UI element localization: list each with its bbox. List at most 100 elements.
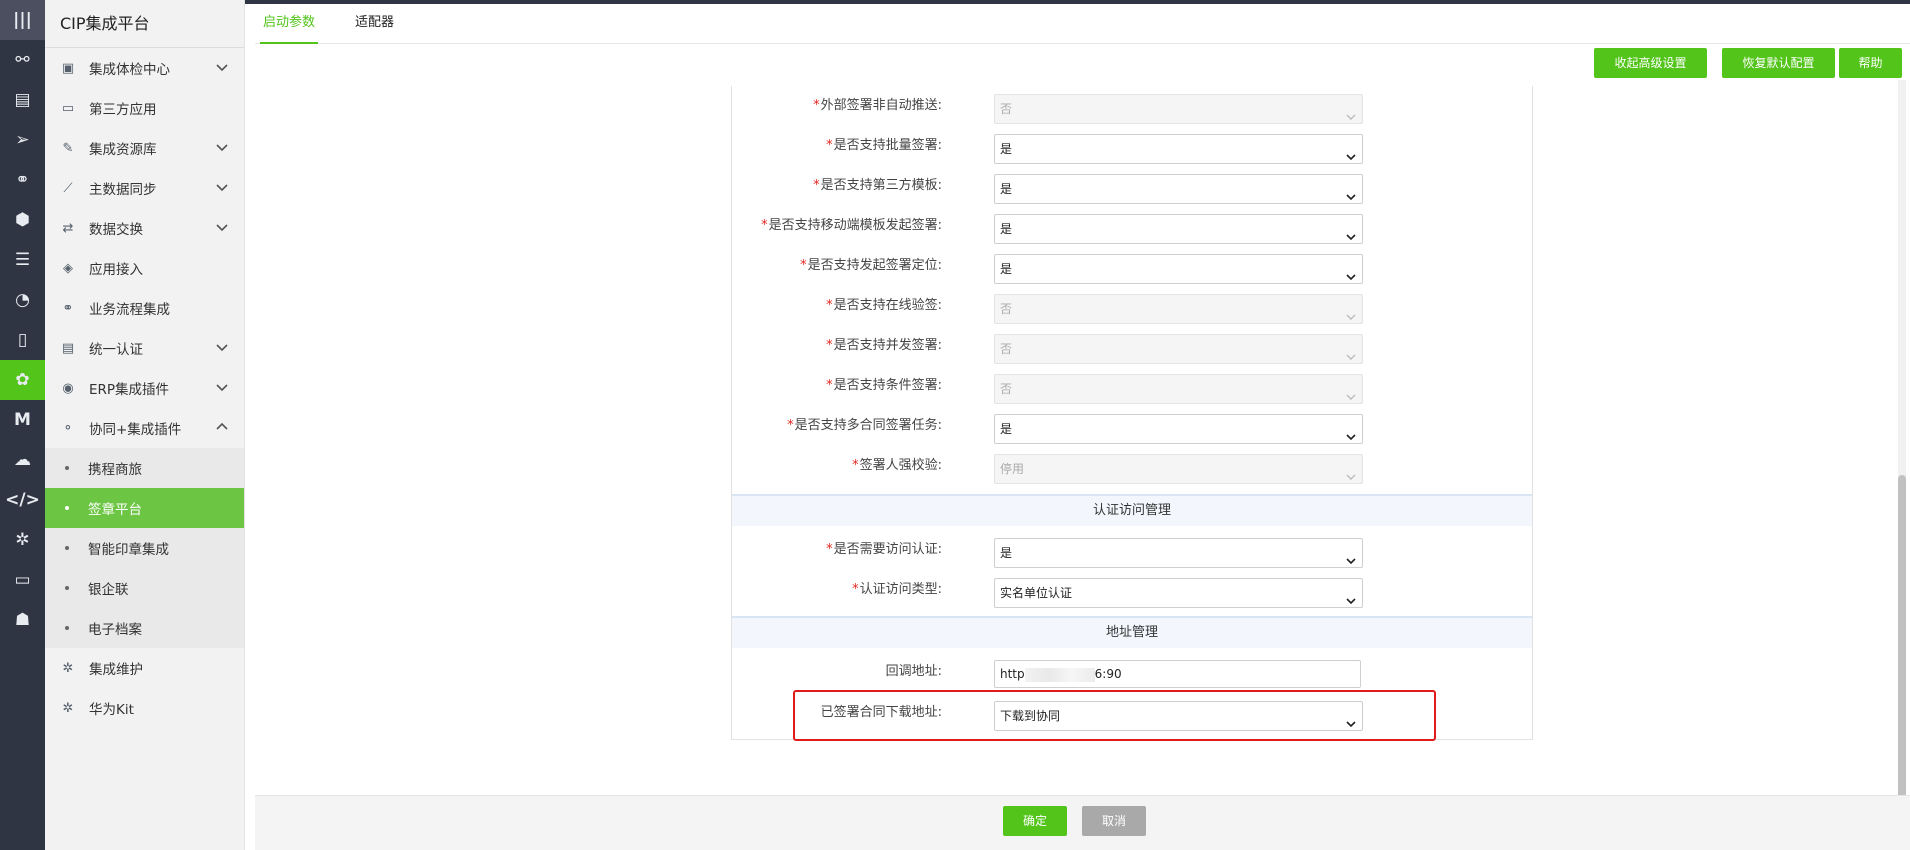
link-icon[interactable]: ⚭ bbox=[0, 160, 45, 200]
sidebar-subitem[interactable]: 签章平台 bbox=[45, 488, 244, 528]
sidebar-item-bottom[interactable]: ✲ 华为Kit bbox=[45, 688, 244, 728]
chevron-down-icon[interactable] bbox=[215, 180, 229, 194]
field-label-text: 是否支持条件签署: bbox=[833, 378, 942, 393]
select-field: 否 bbox=[994, 294, 1363, 324]
field-label: *认证访问类型: bbox=[852, 570, 942, 610]
database-icon[interactable]: ☰ bbox=[0, 240, 45, 280]
field-label-text: 是否支持移动端模板发起签署: bbox=[768, 218, 942, 233]
chevron-down-icon[interactable] bbox=[215, 380, 229, 394]
select-field[interactable]: 是 bbox=[994, 414, 1363, 444]
select-field[interactable]: 是 bbox=[994, 174, 1363, 204]
select-field[interactable]: 是 bbox=[994, 538, 1363, 568]
sidebar-item-1[interactable]: ▭ 第三方应用 bbox=[45, 88, 244, 128]
field-label: *是否支持多合同签署任务: bbox=[787, 406, 942, 446]
select-field: 否 bbox=[994, 334, 1363, 364]
scrollbar[interactable] bbox=[1898, 80, 1906, 798]
sidebar-subitem[interactable]: 智能印章集成 bbox=[45, 528, 244, 568]
sidebar-subitem-label: 银企联 bbox=[88, 582, 129, 598]
m-icon[interactable]: M bbox=[0, 400, 45, 440]
required-marker: * bbox=[800, 258, 807, 273]
monitor-icon[interactable]: ▭ bbox=[0, 560, 45, 600]
sidebar-item-5[interactable]: ◈ 应用接入 bbox=[45, 248, 244, 288]
gauge-icon[interactable]: ◔ bbox=[0, 280, 45, 320]
field-label: *是否支持条件签署: bbox=[826, 366, 942, 406]
tab-startup-params[interactable]: 启动参数 bbox=[260, 0, 318, 44]
chat-icon[interactable]: ☁ bbox=[0, 440, 45, 480]
share-icon: ⚬ bbox=[62, 420, 74, 436]
field-label: *是否支持发起签署定位: bbox=[800, 246, 942, 286]
bullet-icon bbox=[65, 466, 69, 470]
flower-icon[interactable]: ✿ bbox=[0, 360, 45, 400]
select-field: 停用 bbox=[994, 454, 1363, 484]
document-icon[interactable]: ▯ bbox=[0, 320, 45, 360]
chevron-down-icon bbox=[1346, 548, 1356, 565]
confirm-button[interactable]: 确定 bbox=[1003, 806, 1067, 836]
form-row: *外部签署非自动推送: 否 bbox=[732, 86, 1532, 126]
sidebar-subitem-label: 智能印章集成 bbox=[88, 542, 169, 558]
select-value: 否 bbox=[1000, 102, 1013, 116]
required-marker: * bbox=[826, 298, 833, 313]
select-field[interactable]: 实名单位认证 bbox=[994, 578, 1363, 608]
chevron-down-icon bbox=[1346, 304, 1356, 320]
sidebar-item-8[interactable]: ◉ ERP集成插件 bbox=[45, 368, 244, 408]
select-value: 停用 bbox=[1000, 462, 1025, 476]
chevron-down-icon bbox=[1346, 424, 1356, 441]
field-label-text: 是否支持并发签署: bbox=[833, 338, 942, 353]
user-icon[interactable]: ☗ bbox=[0, 600, 45, 640]
sidebar-item-7[interactable]: ▤ 统一认证 bbox=[45, 328, 244, 368]
sidebar-subitem-label: 携程商旅 bbox=[88, 462, 142, 478]
chevron-down-icon bbox=[1346, 588, 1356, 605]
bullet-icon bbox=[65, 586, 69, 590]
help-button[interactable]: 帮助 bbox=[1839, 48, 1902, 78]
cancel-button[interactable]: 取消 bbox=[1082, 806, 1146, 836]
sidebar-item-label: 第三方应用 bbox=[89, 102, 157, 118]
brush-icon: ✎ bbox=[62, 140, 74, 156]
required-marker: * bbox=[852, 458, 859, 473]
gear-icon[interactable]: ✲ bbox=[0, 520, 45, 560]
icon-bar: ||| ⚯ ▤ ➢ ⚭ ⬢ ☰ ◔ ▯ ✿ M ☁ </> ✲ ▭ ☗ bbox=[0, 0, 45, 850]
sidebar-item-label: 集成维护 bbox=[89, 662, 143, 678]
callback-url-input[interactable]: http 6:90 bbox=[994, 660, 1361, 688]
form-row: *是否支持第三方模板: 是 bbox=[732, 166, 1532, 206]
table-icon[interactable]: ▤ bbox=[0, 80, 45, 120]
chevron-down-icon bbox=[1346, 344, 1356, 360]
cube-icon[interactable]: ⬢ bbox=[0, 200, 45, 240]
sidebar-subitem[interactable]: 银企联 bbox=[45, 568, 244, 608]
select-value: 是 bbox=[1000, 422, 1013, 436]
chevron-down-icon[interactable] bbox=[215, 340, 229, 354]
form-row: *认证访问类型: 实名单位认证 bbox=[732, 570, 1532, 610]
chevron-down-icon[interactable] bbox=[215, 220, 229, 234]
code-icon[interactable]: </> bbox=[0, 480, 45, 520]
chevron-down-icon bbox=[1346, 464, 1356, 480]
sidebar-item-3[interactable]: ⟋ 主数据同步 bbox=[45, 168, 244, 208]
required-marker: * bbox=[826, 338, 833, 353]
required-marker: * bbox=[826, 378, 833, 393]
select-field[interactable]: 是 bbox=[994, 134, 1363, 164]
chevron-up-icon[interactable] bbox=[215, 420, 229, 434]
required-marker: * bbox=[826, 542, 833, 557]
select-field[interactable]: 是 bbox=[994, 254, 1363, 284]
tab-adapter[interactable]: 适配器 bbox=[355, 0, 394, 44]
section-header-auth: 认证访问管理 bbox=[732, 494, 1532, 526]
bullet-icon bbox=[65, 626, 69, 630]
menu-toggle-icon[interactable]: ||| bbox=[0, 0, 45, 40]
send-icon[interactable]: ➢ bbox=[0, 120, 45, 160]
bullet-icon bbox=[65, 546, 69, 550]
sidebar-item-4[interactable]: ⇄ 数据交换 bbox=[45, 208, 244, 248]
sidebar-item-2[interactable]: ✎ 集成资源库 bbox=[45, 128, 244, 168]
sidebar-item-label: 业务流程集成 bbox=[89, 302, 170, 318]
sidebar-item-bottom[interactable]: ✲ 集成维护 bbox=[45, 648, 244, 688]
field-label-text: 是否支持发起签署定位: bbox=[807, 258, 942, 273]
collapse-advanced-button[interactable]: 收起高级设置 bbox=[1594, 48, 1707, 78]
chevron-down-icon[interactable] bbox=[215, 140, 229, 154]
field-label: *是否支持第三方模板: bbox=[813, 166, 942, 206]
field-label-text: 是否需要访问认证: bbox=[833, 542, 942, 557]
sidebar-item-6[interactable]: ⚭ 业务流程集成 bbox=[45, 288, 244, 328]
sidebar-subitem[interactable]: 电子档案 bbox=[45, 608, 244, 648]
scrollbar-thumb[interactable] bbox=[1898, 475, 1906, 798]
select-field[interactable]: 是 bbox=[994, 214, 1363, 244]
restore-defaults-button[interactable]: 恢复默认配置 bbox=[1722, 48, 1835, 78]
sidebar-subitem[interactable]: 携程商旅 bbox=[45, 448, 244, 488]
url-suffix: 6:90 bbox=[1094, 667, 1122, 681]
sidebar-item-9[interactable]: ⚬ 协同+集成插件 bbox=[45, 408, 244, 448]
